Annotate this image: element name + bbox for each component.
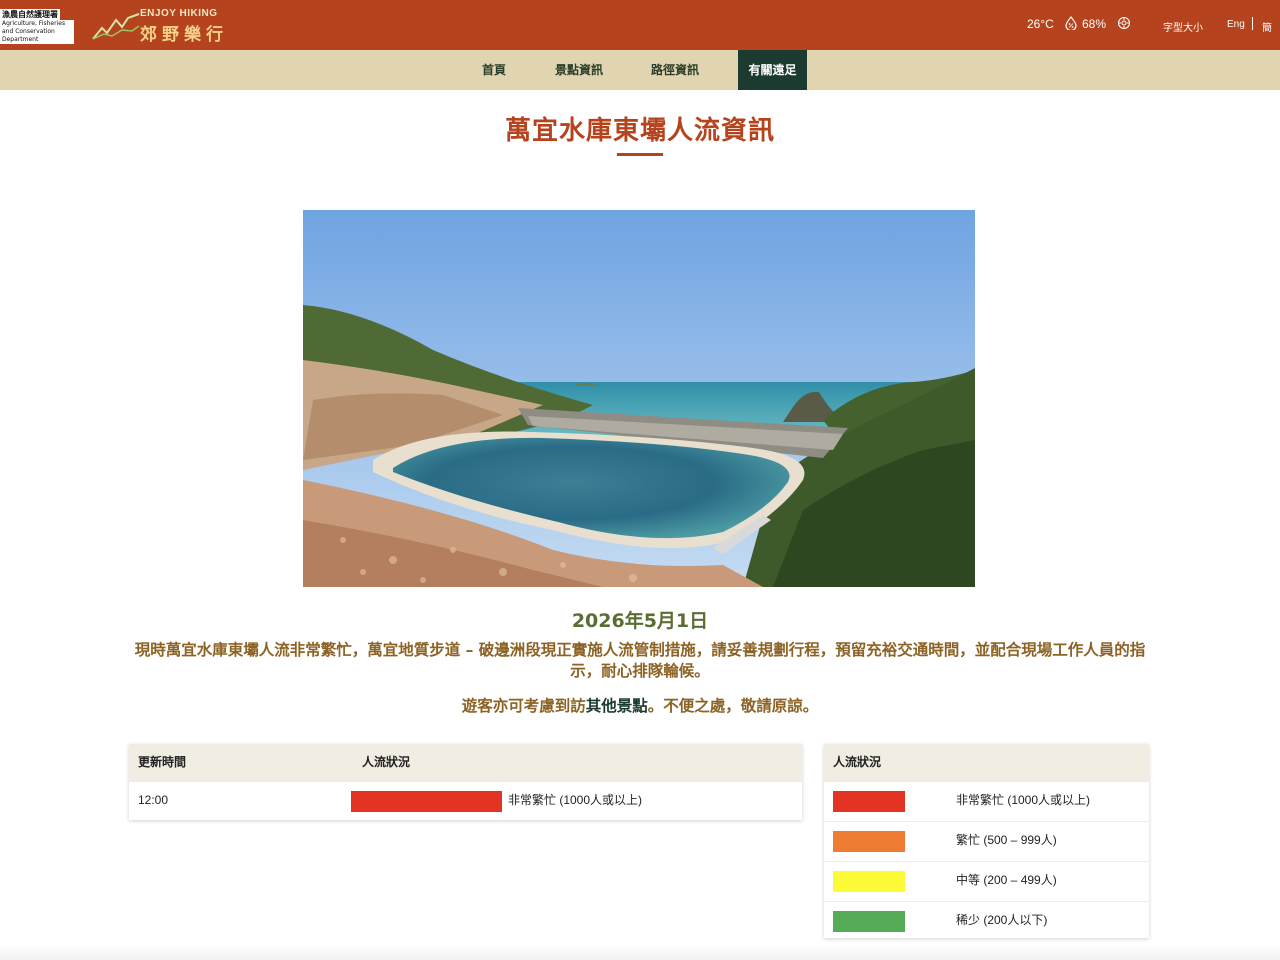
- mountain-logo-icon: [92, 13, 140, 40]
- notice2-prefix: 遊客亦可考慮到訪: [461, 697, 586, 715]
- font-size-button[interactable]: 字型大小: [1163, 19, 1203, 34]
- page-title: 萬宜水庫東壩人流資訊: [504, 116, 775, 146]
- legend-header: 人流狀況: [833, 755, 882, 769]
- table-row: 12:00 非常繁忙 (1000人或以上): [129, 781, 802, 821]
- enjoy-hiking-logo[interactable]: ENJOY HIKING 郊野樂行: [92, 8, 228, 45]
- alternate-attractions-notice: 遊客亦可考慮到訪其他景點。不便之處，敬請原諒。: [0, 694, 1280, 716]
- humidity-icon: [1065, 16, 1077, 30]
- temperature: 26°C: [1027, 17, 1054, 31]
- brand-cn: 郊野樂行: [140, 25, 228, 45]
- nav-home[interactable]: 首頁: [472, 50, 516, 90]
- reservoir-landscape: [303, 210, 975, 587]
- legend-table-header: 人流狀況: [824, 744, 1149, 781]
- brand-en: ENJOY HIKING: [140, 8, 218, 19]
- table-row: 繁忙 (500 – 999人): [824, 821, 1149, 861]
- nav-about-hiking[interactable]: 有關遠足: [738, 50, 807, 90]
- other-attractions-link[interactable]: 其他景點: [586, 697, 648, 715]
- legend-label-very-busy: 非常繁忙 (1000人或以上): [956, 793, 1091, 807]
- update-time-cell: 12:00: [138, 793, 169, 807]
- top-header: 漁農自然護理署 Agriculture, Fisheries and Conse…: [0, 0, 1280, 50]
- uv-icon: [1117, 16, 1131, 30]
- afcd-logo-en: Agriculture, Fisheries and Conservation …: [0, 20, 74, 44]
- crowd-notice: 現時萬宜水庫東壩人流非常繁忙，萬宜地質步道 – 破邊洲段現正實施人流管制措施，請…: [134, 641, 1146, 680]
- legend-label-busy: 繁忙 (500 – 999人): [956, 833, 1057, 847]
- nav-routes[interactable]: 路徑資訊: [644, 50, 706, 90]
- lang-divider: [1252, 17, 1253, 30]
- col-update-time: 更新時間: [138, 755, 187, 769]
- page-bottom-fade: [0, 944, 1280, 960]
- legend-label-moderate: 中等 (200 – 499人): [956, 873, 1057, 887]
- crowd-status-table: 更新時間 人流狀況 12:00 非常繁忙 (1000人或以上): [129, 744, 802, 820]
- crowd-legend-table: 人流狀況 非常繁忙 (1000人或以上) 繁忙 (500 – 999人) 中等 …: [824, 744, 1149, 938]
- table-row: 非常繁忙 (1000人或以上): [824, 781, 1149, 821]
- lang-eng-link[interactable]: Eng: [1227, 19, 1245, 30]
- lang-sc-link[interactable]: 簡: [1262, 19, 1272, 34]
- afcd-logo[interactable]: 漁農自然護理署 Agriculture, Fisheries and Conse…: [0, 8, 76, 44]
- legend-swatch-very-busy: [833, 791, 905, 812]
- col-crowd-status: 人流狀況: [362, 755, 411, 769]
- reservoir-photo: [303, 210, 975, 587]
- table-row: 稀少 (200人以下): [824, 901, 1149, 941]
- humidity: 68%: [1082, 17, 1107, 31]
- title-underline: [617, 153, 663, 156]
- main-nav: 首頁 景點資訊 路徑資訊 有關遠足: [0, 50, 1280, 90]
- afcd-logo-cn: 漁農自然護理署: [0, 9, 60, 20]
- status-label-cell: 非常繁忙 (1000人或以上): [508, 793, 643, 807]
- table-row: 中等 (200 – 499人): [824, 861, 1149, 901]
- legend-label-light: 稀少 (200人以下): [956, 913, 1048, 927]
- date-heading: 2026年5月1日: [571, 610, 709, 632]
- status-table-header: 更新時間 人流狀況: [129, 744, 802, 781]
- legend-swatch-light: [833, 911, 905, 932]
- legend-swatch-moderate: [833, 871, 905, 892]
- legend-swatch-busy: [833, 831, 905, 852]
- status-color-bar: [351, 791, 502, 812]
- notice2-suffix: 。不便之處，敬請原諒。: [647, 697, 819, 715]
- nav-attractions[interactable]: 景點資訊: [548, 50, 610, 90]
